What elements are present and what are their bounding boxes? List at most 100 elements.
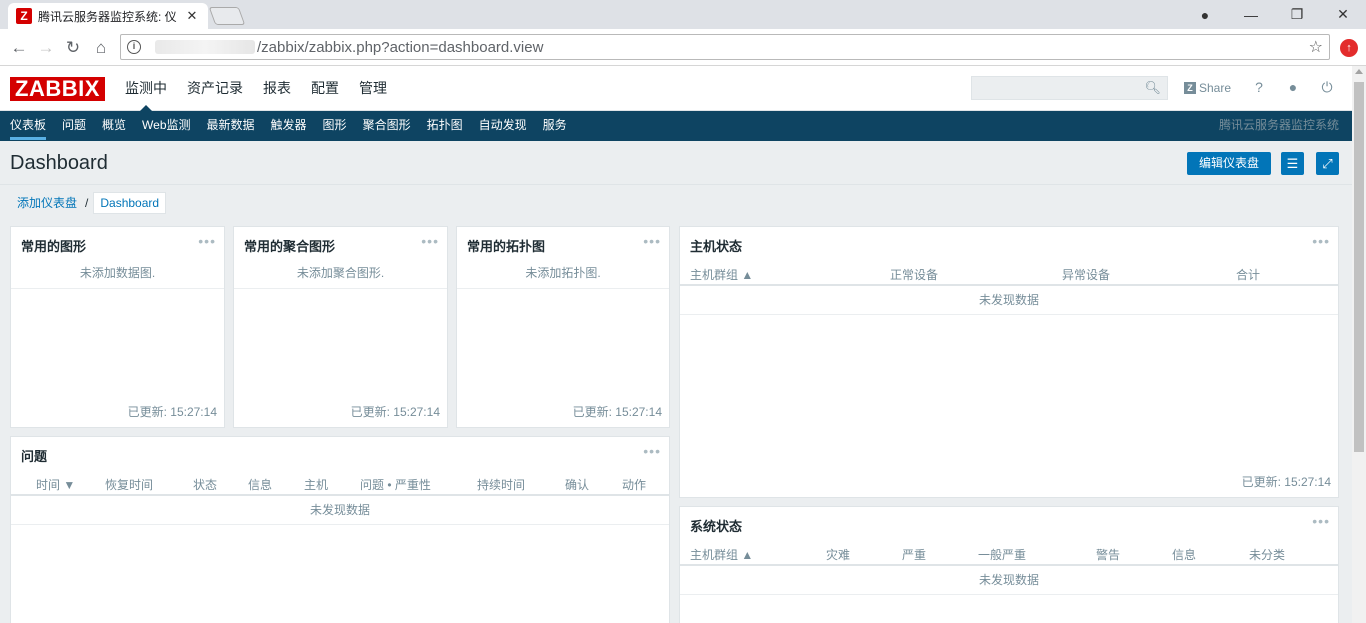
page-scrollbar[interactable] — [1352, 66, 1366, 623]
col-host-group[interactable]: 主机群组 ▲ — [690, 266, 753, 283]
tab-dashboard[interactable]: 仪表板 — [0, 111, 54, 141]
tab-maps[interactable]: 拓扑图 — [419, 111, 471, 141]
col-information: 信息 — [1172, 548, 1197, 562]
col-high: 严重 — [902, 548, 927, 562]
close-icon[interactable]: ✕ — [184, 8, 200, 24]
widget-updated: 已更新: 15:27:14 — [572, 405, 662, 419]
more-icon[interactable]: ••• — [643, 443, 661, 459]
widget-title: 系统状态 — [690, 519, 743, 534]
breadcrumb: 添加仪表盘 / Dashboard — [11, 192, 167, 214]
widget-favourite-maps: 常用的拓扑图 ••• 未添加拓扑图. 已更新: 15:27:14 — [456, 226, 670, 428]
table-empty: 未发现数据 — [11, 496, 669, 525]
fullscreen-icon[interactable]: ⤢ — [1316, 152, 1339, 175]
tab-graphs[interactable]: 图形 — [315, 111, 355, 141]
widget-updated: 已更新: 15:27:14 — [127, 405, 217, 419]
widget-title: 主机状态 — [690, 239, 743, 254]
maximize-icon[interactable]: ❐ — [1274, 0, 1320, 29]
url-text: /zabbix/zabbix.php?action=dashboard.view — [257, 38, 544, 56]
extension-icon[interactable]: ↑ — [1340, 39, 1358, 57]
widget-problems: 问题 ••• 时间 ▼ 恢复时间 状态 信息 主机 问题 • 严重性 持续时间 … — [10, 436, 670, 623]
col-not-classified: 未分类 — [1249, 548, 1286, 562]
breadcrumb-add-dashboard[interactable]: 添加仪表盘 — [11, 192, 83, 214]
widget-updated: 已更新: 15:27:14 — [1241, 475, 1331, 489]
col-failed: 异常设备 — [1062, 268, 1111, 282]
more-icon[interactable]: ••• — [421, 233, 439, 249]
search-input[interactable]: 🔍︎ — [971, 76, 1168, 100]
bookmark-star-icon[interactable]: ☆ — [1309, 37, 1323, 57]
widget-title: 常用的聚合图形 — [244, 239, 336, 254]
share-z-icon: Z — [1184, 82, 1196, 94]
tab-triggers[interactable]: 触发器 — [263, 111, 315, 141]
col-host[interactable]: 主机 — [304, 476, 328, 493]
back-icon[interactable]: ← — [8, 37, 30, 59]
more-icon[interactable]: ••• — [1312, 233, 1330, 249]
sub-navigation: 仪表板 问题 概览 Web监测 最新数据 触发器 图形 聚合图形 拓扑图 自动发… — [0, 111, 1352, 141]
address-bar[interactable]: i /zabbix/zabbix.php?action=dashboard.vi… — [120, 34, 1330, 60]
menu-list-icon[interactable]: ☰ — [1281, 152, 1304, 175]
widget-title: 常用的拓扑图 — [467, 239, 546, 254]
scrollbar-thumb[interactable] — [1354, 82, 1364, 452]
reload-icon[interactable]: ↻ — [62, 37, 84, 59]
power-icon[interactable]: ⏻ — [1319, 79, 1335, 96]
widget-favourite-graphs: 常用的图形 ••• 未添加数据图. 已更新: 15:27:14 — [10, 226, 225, 428]
widget-header: 系统状态 ••• — [680, 507, 1338, 538]
breadcrumb-current[interactable]: Dashboard — [93, 192, 167, 214]
col-time[interactable]: 时间 ▼ — [36, 476, 75, 493]
widget-title: 常用的图形 — [21, 239, 87, 254]
widget-header: 常用的聚合图形 ••• — [234, 227, 447, 258]
search-icon[interactable]: 🔍︎ — [1144, 80, 1161, 96]
col-problem-severity[interactable]: 问题 • 严重性 — [360, 476, 431, 493]
forward-icon[interactable]: → — [35, 37, 57, 59]
zabbix-logo[interactable]: ZABBIX — [10, 77, 105, 101]
home-icon[interactable]: ⌂ — [90, 37, 112, 59]
col-average: 一般严重 — [978, 548, 1027, 562]
zabbix-header: ZABBIX 监测中 资产记录 报表 配置 管理 🔍︎ Z Share ? ● … — [0, 66, 1352, 111]
scroll-up-icon[interactable] — [1355, 69, 1363, 74]
menu-inventory[interactable]: 资产记录 — [177, 66, 253, 111]
more-icon[interactable]: ••• — [198, 233, 216, 249]
menu-reports[interactable]: 报表 — [253, 66, 301, 111]
blurred-host — [155, 40, 255, 54]
tab-title: 腾讯云服务器监控系统: 仪 — [38, 9, 177, 24]
menu-configuration[interactable]: 配置 — [301, 66, 349, 111]
user-profile-icon[interactable]: ● — [1285, 79, 1301, 95]
widget-favourite-screens: 常用的聚合图形 ••• 未添加聚合图形. 已更新: 15:27:14 — [233, 226, 448, 428]
empty-message: 未添加数据图. — [11, 258, 224, 289]
widget-system-status: 系统状态 ••• 主机群组 ▲ 灾难 严重 一般严重 警告 信息 未分类 未发现… — [679, 506, 1339, 623]
empty-message: 未添加聚合图形. — [234, 258, 447, 289]
page-title: Dashboard — [10, 152, 108, 174]
zabbix-favicon-icon: Z — [16, 8, 32, 24]
minimize-icon[interactable]: — — [1228, 0, 1274, 29]
col-host-group[interactable]: 主机群组 ▲ — [690, 546, 753, 563]
col-total: 合计 — [1236, 268, 1261, 282]
share-button[interactable]: Z Share — [1184, 81, 1231, 95]
col-warning: 警告 — [1096, 548, 1121, 562]
more-icon[interactable]: ••• — [643, 233, 661, 249]
browser-tab[interactable]: Z 腾讯云服务器监控系统: 仪 ✕ — [8, 3, 208, 29]
window-close-icon[interactable]: ✕ — [1320, 0, 1366, 29]
tab-discovery[interactable]: 自动发现 — [471, 111, 535, 141]
new-tab-button[interactable] — [208, 7, 246, 25]
tab-overview[interactable]: 概览 — [94, 111, 134, 141]
table-empty: 未发现数据 — [680, 566, 1338, 595]
help-icon[interactable]: ? — [1251, 79, 1267, 95]
menu-administration[interactable]: 管理 — [349, 66, 397, 111]
tab-latest-data[interactable]: 最新数据 — [199, 111, 263, 141]
profile-icon[interactable]: ● — [1182, 0, 1228, 29]
menu-monitoring[interactable]: 监测中 — [115, 66, 177, 111]
widget-header: 常用的拓扑图 ••• — [457, 227, 669, 258]
tab-problems[interactable]: 问题 — [54, 111, 94, 141]
top-menu: 监测中 资产记录 报表 配置 管理 — [115, 66, 397, 111]
edit-dashboard-button[interactable]: 编辑仪表盘 — [1187, 152, 1271, 175]
more-icon[interactable]: ••• — [1312, 513, 1330, 529]
tab-services[interactable]: 服务 — [535, 111, 575, 141]
tab-screens[interactable]: 聚合图形 — [355, 111, 419, 141]
share-label: Share — [1199, 81, 1232, 95]
server-name: 腾讯云服务器监控系统 — [1218, 118, 1339, 132]
empty-message: 未添加拓扑图. — [457, 258, 669, 289]
tab-web[interactable]: Web监测 — [134, 111, 198, 141]
widget-header: 常用的图形 ••• — [11, 227, 224, 258]
breadcrumb-separator: / — [85, 196, 89, 210]
info-icon[interactable]: i — [127, 40, 141, 54]
browser-toolbar: ← → ↻ ⌂ i /zabbix/zabbix.php?action=dash… — [0, 29, 1366, 66]
